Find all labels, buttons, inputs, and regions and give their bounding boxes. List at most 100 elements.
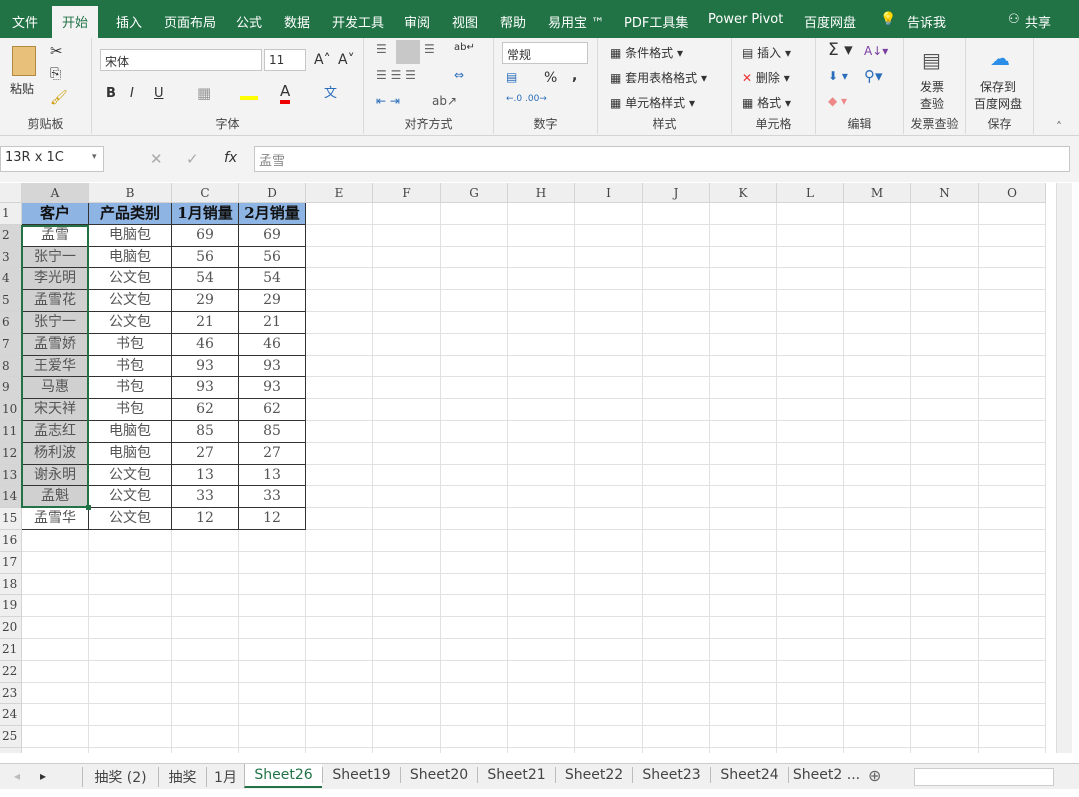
- cell[interactable]: [777, 464, 844, 487]
- cell[interactable]: [239, 726, 306, 748]
- cell[interactable]: [373, 682, 441, 705]
- cell[interactable]: [643, 617, 710, 639]
- cell[interactable]: [911, 639, 979, 661]
- cell[interactable]: [508, 508, 575, 530]
- cell[interactable]: [575, 682, 643, 705]
- save-to-baidu-button[interactable]: 保存到 百度网盘: [974, 78, 1022, 112]
- column-header-D[interactable]: D: [239, 183, 306, 203]
- conditional-format-button[interactable]: ▦ 条件格式 ▾: [610, 44, 683, 61]
- cell[interactable]: [643, 573, 710, 596]
- worksheet-grid[interactable]: A B C D E F G H I J K L M N O 1 客户 产品类别 1月销量 2月销量 2 孟雪 电脑包 69 69…: [0, 183, 1056, 753]
- cell[interactable]: [844, 312, 911, 334]
- cell[interactable]: [373, 224, 441, 247]
- cell[interactable]: [844, 595, 911, 618]
- fill-color-icon[interactable]: [240, 84, 258, 100]
- tab-14[interactable]: 告诉我: [907, 12, 946, 31]
- cell[interactable]: [911, 551, 979, 574]
- fill-handle[interactable]: [86, 505, 91, 511]
- table-cell[interactable]: 21: [172, 312, 239, 334]
- number-format-select[interactable]: 常规: [502, 42, 588, 64]
- cell[interactable]: [373, 399, 441, 421]
- row-header-19[interactable]: 19: [0, 595, 22, 618]
- cell[interactable]: [643, 377, 710, 400]
- tab-9[interactable]: 帮助: [500, 12, 526, 31]
- table-cell[interactable]: 书包: [89, 355, 172, 378]
- orientation-icon[interactable]: ab↗: [432, 94, 457, 108]
- cell[interactable]: [643, 682, 710, 705]
- cell[interactable]: [22, 682, 89, 705]
- fill-icon[interactable]: ⬇ ▾: [828, 69, 848, 83]
- cell[interactable]: [89, 617, 172, 639]
- cell[interactable]: [844, 464, 911, 487]
- table-cell[interactable]: 公文包: [89, 464, 172, 487]
- cell[interactable]: [979, 421, 1046, 443]
- cell[interactable]: [89, 639, 172, 661]
- cell[interactable]: [172, 573, 239, 596]
- decimal-icons[interactable]: ←.0 .00→: [506, 94, 547, 104]
- column-header-L[interactable]: L: [777, 183, 844, 203]
- tab-11[interactable]: PDF工具集: [624, 12, 688, 31]
- row-header-26[interactable]: 26: [0, 748, 22, 753]
- sheet-tab[interactable]: Sheet2 ...: [788, 767, 864, 783]
- border-icon[interactable]: ▦: [197, 84, 211, 102]
- table-cell[interactable]: 公文包: [89, 290, 172, 312]
- cell[interactable]: [373, 508, 441, 530]
- table-cell[interactable]: 69: [172, 224, 239, 247]
- cell[interactable]: [710, 486, 777, 509]
- cell[interactable]: [373, 355, 441, 378]
- italic-button[interactable]: I: [130, 86, 134, 101]
- cell[interactable]: [575, 421, 643, 443]
- insert-function-button[interactable]: fx: [224, 150, 237, 166]
- cell[interactable]: [777, 726, 844, 748]
- column-header-E[interactable]: E: [306, 183, 373, 203]
- cell[interactable]: [373, 551, 441, 574]
- cell[interactable]: [172, 595, 239, 618]
- cell[interactable]: [172, 617, 239, 639]
- cell[interactable]: [441, 377, 508, 400]
- top-align-icon[interactable]: ☰: [376, 42, 387, 56]
- cell[interactable]: [441, 290, 508, 312]
- table-cell[interactable]: 46: [239, 333, 306, 356]
- cell[interactable]: [643, 660, 710, 683]
- row-header-5[interactable]: 5: [0, 290, 22, 312]
- cell[interactable]: [979, 530, 1046, 552]
- cell[interactable]: [911, 421, 979, 443]
- cell[interactable]: [979, 268, 1046, 291]
- tab-12[interactable]: Power Pivot: [708, 12, 783, 27]
- table-cell[interactable]: 孟雪华: [22, 508, 89, 530]
- sheet-tab[interactable]: Sheet22: [555, 767, 632, 783]
- cell[interactable]: [844, 203, 911, 225]
- cell[interactable]: [710, 639, 777, 661]
- cell[interactable]: [306, 312, 373, 334]
- cell[interactable]: [508, 399, 575, 421]
- cell[interactable]: [911, 268, 979, 291]
- row-header-10[interactable]: 10: [0, 399, 22, 421]
- table-cell[interactable]: 电脑包: [89, 442, 172, 465]
- cell[interactable]: [441, 203, 508, 225]
- cell[interactable]: [373, 290, 441, 312]
- row-header-21[interactable]: 21: [0, 639, 22, 661]
- cell[interactable]: [979, 486, 1046, 509]
- cell[interactable]: [508, 312, 575, 334]
- cell[interactable]: [239, 573, 306, 596]
- cell[interactable]: [710, 246, 777, 269]
- cell[interactable]: [22, 726, 89, 748]
- cell[interactable]: [373, 530, 441, 552]
- cell[interactable]: [710, 290, 777, 312]
- cell[interactable]: [575, 312, 643, 334]
- cell[interactable]: [441, 617, 508, 639]
- cell[interactable]: [844, 486, 911, 509]
- cell[interactable]: [844, 224, 911, 247]
- cell[interactable]: [575, 595, 643, 618]
- cell[interactable]: [643, 333, 710, 356]
- cell[interactable]: [710, 682, 777, 705]
- column-header-I[interactable]: I: [575, 183, 643, 203]
- cell[interactable]: [575, 203, 643, 225]
- cell[interactable]: [239, 682, 306, 705]
- table-cell[interactable]: 29: [172, 290, 239, 312]
- cell[interactable]: [710, 399, 777, 421]
- table-cell[interactable]: 公文包: [89, 312, 172, 334]
- cell[interactable]: [710, 312, 777, 334]
- percent-button[interactable]: %: [544, 70, 557, 86]
- row-header-15[interactable]: 15: [0, 508, 22, 530]
